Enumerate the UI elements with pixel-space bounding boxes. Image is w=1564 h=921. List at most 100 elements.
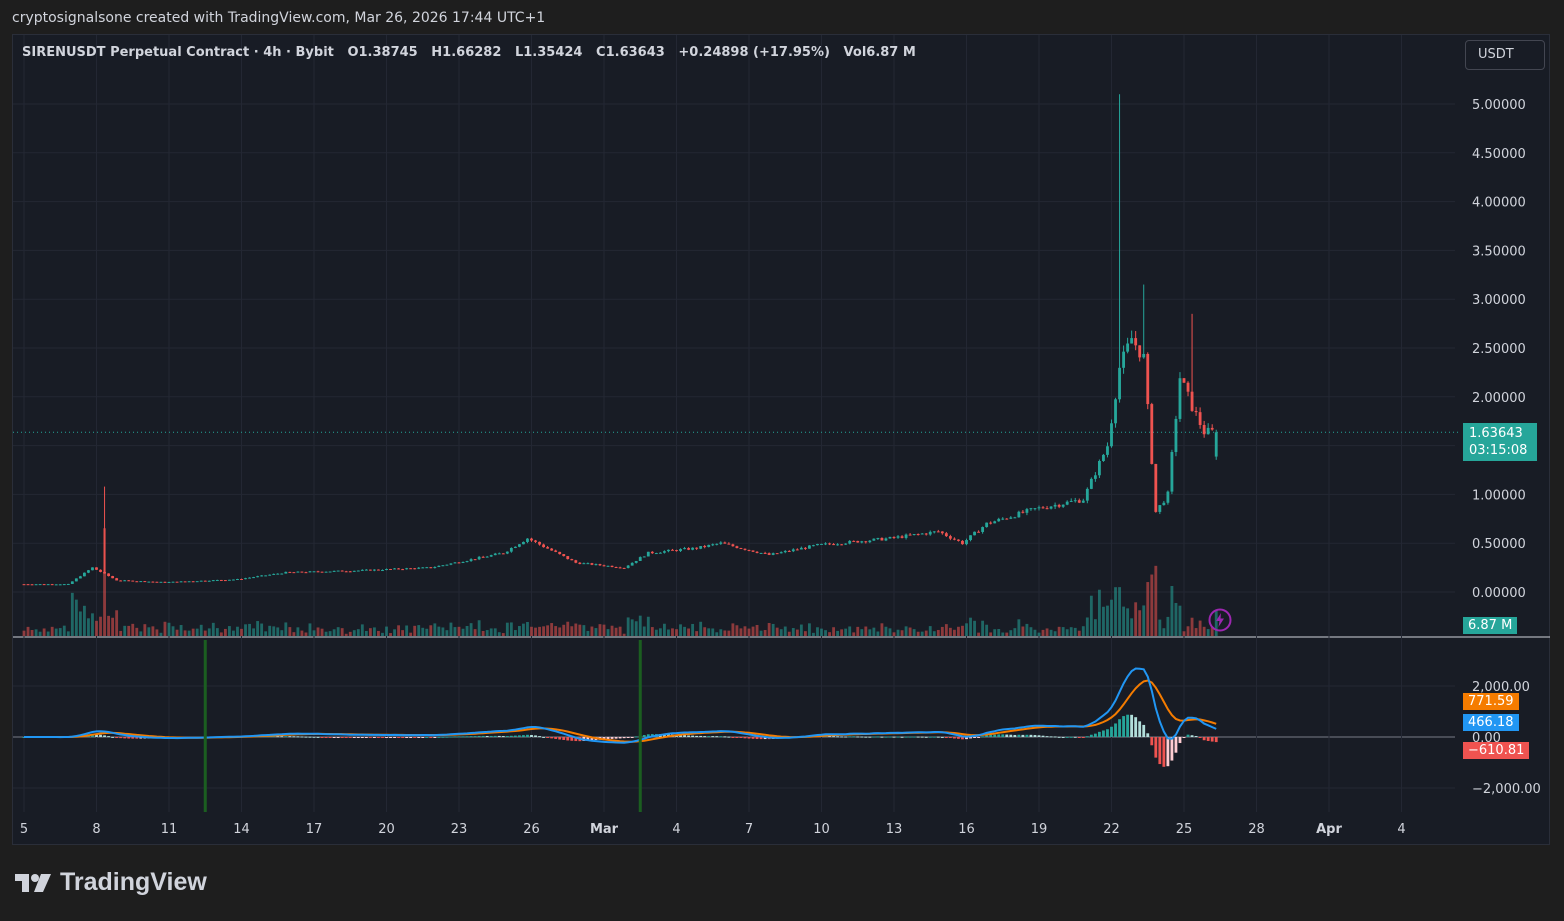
candle-body — [787, 550, 791, 552]
volume-bar — [554, 626, 558, 636]
candle-body — [115, 578, 119, 581]
volume-bar — [634, 621, 638, 636]
candle-body — [570, 559, 574, 561]
candle-body — [634, 560, 638, 563]
volume-bar — [654, 629, 658, 636]
macd-histogram-bar — [401, 737, 405, 738]
grid — [13, 35, 1550, 812]
volume-bar — [828, 632, 831, 636]
macd-histogram-bar — [437, 736, 441, 738]
volume-bar — [1013, 628, 1017, 636]
candle-body — [288, 571, 292, 573]
candle-body — [74, 578, 78, 582]
macd-histogram-bar — [497, 735, 501, 737]
volume-bar — [485, 630, 489, 636]
macd-histogram-bar — [1114, 723, 1117, 737]
volume-bar — [755, 625, 759, 636]
volume-bar — [880, 623, 884, 636]
volume-bar — [1081, 626, 1085, 636]
candle-body — [46, 584, 50, 586]
macd-histogram-bar — [332, 737, 336, 738]
volume-bar — [562, 624, 566, 636]
chart-canvas[interactable]: 0.000000.500001.000001.500002.000002.500… — [0, 0, 1564, 921]
candle-body — [1061, 504, 1065, 507]
volume-bar — [139, 631, 143, 636]
macd-line — [24, 667, 1217, 744]
volume-bar — [723, 630, 727, 636]
candle-body — [99, 569, 102, 572]
legend-high: H1.66282 — [431, 45, 502, 60]
volume-bar — [1089, 595, 1093, 636]
macd-histogram-bar — [1198, 737, 1202, 738]
volume-bar — [505, 622, 509, 636]
macd-histogram-bar — [356, 737, 360, 738]
currency-button[interactable]: USDT — [1465, 40, 1545, 70]
candle-body — [820, 543, 823, 545]
candle-body — [912, 534, 916, 536]
candle-body — [340, 570, 344, 572]
volume-bar — [1045, 628, 1049, 636]
candle-body — [743, 548, 747, 550]
candle-body — [42, 584, 46, 586]
macd-histogram-bar — [558, 737, 562, 740]
volume-bar — [256, 621, 260, 636]
macd-histogram-bar — [409, 737, 413, 738]
time-tick-label: 19 — [1031, 822, 1048, 837]
volume-bar — [449, 622, 453, 636]
candle-body — [167, 581, 171, 583]
legend-symbol[interactable]: SIRENUSDT Perpetual Contract · 4h · Bybi… — [22, 45, 334, 60]
volume-bar — [650, 627, 654, 636]
candle-body — [203, 580, 207, 582]
volume-bar — [957, 626, 960, 636]
candle-body — [888, 536, 892, 539]
candle-body — [513, 546, 517, 548]
volume-bar — [1001, 632, 1005, 636]
candle-body — [1158, 505, 1162, 512]
macd-histogram-bar — [920, 736, 924, 738]
tradingview-logo[interactable]: TradingView — [14, 868, 207, 897]
candle-body — [1053, 504, 1057, 507]
volume-bar — [1033, 629, 1037, 636]
volume-bar — [288, 627, 292, 636]
volume-bar — [1037, 632, 1041, 636]
candle-body — [723, 542, 727, 544]
volume-bar — [1146, 582, 1150, 636]
volume-bar — [779, 629, 783, 636]
volume-bar — [401, 630, 405, 636]
volume-bar — [550, 623, 554, 636]
volume-bar — [719, 629, 723, 636]
macd-histogram-bar — [1021, 734, 1025, 737]
macd-histogram-bar — [1041, 735, 1045, 737]
candle-body — [1202, 424, 1206, 435]
macd-histogram-bar — [457, 736, 461, 738]
volume-bar — [989, 632, 993, 636]
volume-bar — [236, 626, 239, 636]
volume-bar — [977, 632, 980, 636]
candle-body — [618, 567, 622, 569]
candle-body — [131, 580, 135, 582]
volume-bar — [167, 622, 171, 636]
macd-histogram-bar — [360, 737, 364, 738]
candle-body — [296, 571, 300, 573]
price-tick-label: 3.50000 — [1472, 244, 1526, 259]
volume-bar — [852, 632, 856, 636]
volume-bar — [824, 630, 827, 636]
macd-histogram-bar — [916, 736, 920, 738]
volume-bar — [981, 620, 985, 636]
volume-bar — [1178, 605, 1182, 636]
candle-body — [1186, 382, 1190, 392]
macd-histogram-bar — [550, 737, 554, 739]
macd-histogram-bar — [868, 736, 872, 738]
volume-bar — [481, 630, 485, 636]
candle-body — [1182, 378, 1186, 383]
volume-bar — [457, 626, 461, 636]
candle-body — [199, 580, 203, 582]
candle-body — [747, 549, 751, 551]
macd-pane — [22, 640, 1218, 812]
lightning-icon[interactable] — [1208, 608, 1232, 632]
candle-body — [1178, 378, 1182, 419]
candle-body — [1041, 507, 1045, 509]
macd-histogram-bar — [421, 737, 425, 738]
candle-body — [497, 553, 501, 555]
volume-bar — [630, 619, 634, 636]
